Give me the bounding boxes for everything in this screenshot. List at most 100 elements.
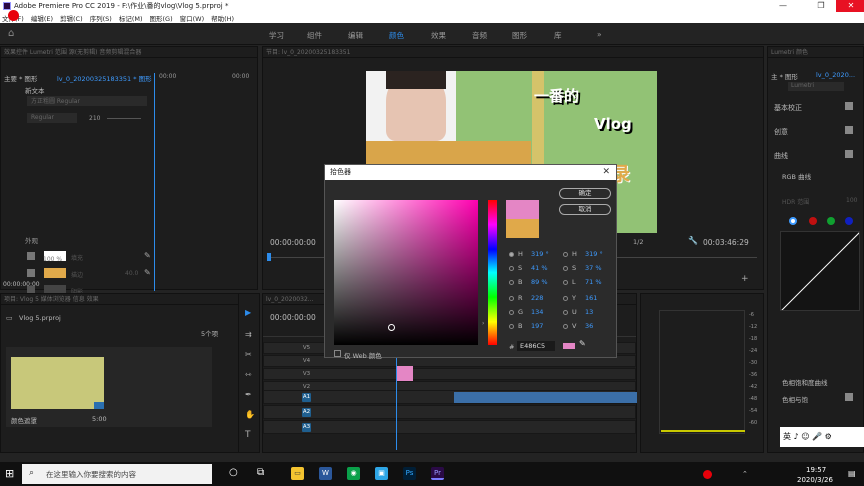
- field-g-value[interactable]: 134: [531, 308, 543, 316]
- radio-y[interactable]: [563, 296, 568, 301]
- creative-checkbox[interactable]: [845, 126, 853, 134]
- field-u-value[interactable]: 13: [585, 308, 593, 316]
- ripple-edit-tool-icon[interactable]: ✂: [245, 350, 252, 359]
- eyedropper-icon[interactable]: ✎: [144, 251, 151, 260]
- ok-button[interactable]: 确定: [559, 188, 611, 199]
- track-v3[interactable]: V3: [263, 366, 636, 383]
- type-tool-icon[interactable]: T: [245, 430, 251, 440]
- radio-u[interactable]: [563, 310, 568, 315]
- menu-graphics[interactable]: 图形(G): [150, 13, 173, 23]
- selection-tool-icon[interactable]: ▶: [245, 308, 251, 317]
- fill-checkbox[interactable]: [27, 252, 35, 260]
- home-icon[interactable]: ⌂: [8, 28, 14, 39]
- cancel-button[interactable]: 取消: [559, 204, 611, 215]
- menu-edit[interactable]: 编辑(E): [31, 13, 53, 23]
- notification-icon[interactable]: ▤: [848, 469, 856, 478]
- workspace-tab-color[interactable]: 颜色: [389, 30, 404, 41]
- playhead-line[interactable]: [154, 73, 155, 291]
- slip-tool-icon[interactable]: ⇿: [245, 370, 252, 379]
- basic-correction-checkbox[interactable]: [845, 102, 853, 110]
- field-hsl-h-value[interactable]: 319 °: [585, 250, 603, 258]
- source-label[interactable]: 主要 * 图形: [4, 73, 37, 83]
- premiere-taskbar-icon[interactable]: Pr: [431, 467, 444, 480]
- workspace-tab-editing[interactable]: 编辑: [348, 30, 363, 41]
- hue-vs-sat-checkbox[interactable]: [845, 393, 853, 401]
- radio-s[interactable]: [509, 266, 514, 271]
- program-timecode[interactable]: 00:00:00:00: [270, 238, 316, 247]
- font-size-value[interactable]: 210: [89, 115, 100, 122]
- settings-wrench-icon[interactable]: 🔧: [688, 236, 698, 245]
- lumetri-clip[interactable]: lv_0_2020...: [816, 71, 855, 79]
- lumetri-preset-select[interactable]: Lumetri: [788, 82, 844, 91]
- hdr-range-value[interactable]: 100: [846, 197, 857, 204]
- radio-hsl-l[interactable]: [563, 280, 568, 285]
- curve-channel-green[interactable]: [827, 217, 835, 225]
- saturation-value-field[interactable]: [334, 200, 478, 345]
- playhead-marker[interactable]: [267, 253, 271, 261]
- track-a1[interactable]: A1: [263, 390, 637, 404]
- font-size-slider[interactable]: [107, 118, 141, 119]
- radio-g[interactable]: [509, 310, 514, 315]
- font-select[interactable]: 方正粗圆 Regular: [27, 96, 147, 106]
- task-view-icon[interactable]: ⧉: [257, 467, 264, 478]
- section-basic-correction[interactable]: 基本校正: [774, 103, 802, 113]
- curve-channel-red[interactable]: [809, 217, 817, 225]
- field-hsl-l-value[interactable]: 71 %: [585, 278, 602, 286]
- field-b-value[interactable]: 89 %: [531, 278, 548, 286]
- track-a3[interactable]: A3: [263, 420, 636, 434]
- curve-channel-white[interactable]: [789, 217, 797, 225]
- hue-slider-handle-icon[interactable]: ›: [482, 320, 484, 327]
- curve-line[interactable]: [781, 232, 859, 310]
- field-s-value[interactable]: 41 %: [531, 264, 548, 272]
- rgb-curve-graph[interactable]: [780, 231, 860, 311]
- radio-h[interactable]: [509, 252, 514, 257]
- zoom-select[interactable]: 1/2: [633, 238, 643, 246]
- radio-hsl-s[interactable]: [563, 266, 568, 271]
- hex-input[interactable]: E486C5: [517, 341, 555, 351]
- workspace-overflow-icon[interactable]: »: [597, 30, 602, 39]
- rgb-curve-label[interactable]: RGB 曲线: [782, 171, 811, 181]
- menu-marker[interactable]: 标记(M): [119, 13, 143, 23]
- hue-slider[interactable]: [488, 200, 497, 345]
- workspace-tab-libraries[interactable]: 库: [554, 30, 562, 41]
- color-cursor[interactable]: [388, 324, 395, 331]
- clock-time[interactable]: 19:57: [806, 466, 826, 474]
- photoshop-icon[interactable]: Ps: [403, 467, 416, 480]
- cortana-icon[interactable]: ○: [229, 467, 238, 478]
- tray-record-icon[interactable]: [703, 470, 712, 479]
- radio-hsl-h[interactable]: [563, 252, 568, 257]
- radio-blue[interactable]: [509, 324, 514, 329]
- app-icon[interactable]: ▣: [375, 467, 388, 480]
- radio-b[interactable]: [509, 280, 514, 285]
- workspace-tab-effects[interactable]: 效果: [431, 30, 446, 41]
- opacity-value[interactable]: 100 %: [43, 256, 62, 263]
- pen-tool-icon[interactable]: ✒: [245, 390, 252, 399]
- eyedropper-icon[interactable]: ✎: [579, 339, 586, 348]
- radio-v[interactable]: [563, 324, 568, 329]
- curves-checkbox[interactable]: [845, 150, 853, 158]
- overlay-title-2[interactable]: Vlog: [594, 115, 632, 133]
- wechat-icon[interactable]: ◉: [347, 467, 360, 480]
- timeline-timecode[interactable]: 00:00:00:00: [270, 313, 316, 322]
- close-icon[interactable]: ✕: [602, 165, 610, 180]
- word-icon[interactable]: W: [319, 467, 332, 480]
- menu-sequence[interactable]: 序列(S): [90, 13, 112, 23]
- close-window-button[interactable]: ✕: [836, 0, 864, 12]
- windows-start-icon[interactable]: ⊞: [5, 467, 14, 480]
- menu-clip[interactable]: 剪辑(C): [60, 13, 83, 23]
- add-button-icon[interactable]: +: [741, 274, 749, 284]
- eyedropper-icon[interactable]: ✎: [144, 268, 151, 277]
- project-item[interactable]: 颜色遮罩 5:00: [6, 347, 212, 427]
- restore-button[interactable]: ❐: [806, 0, 836, 12]
- tray-network-icon[interactable]: ⌃: [742, 470, 748, 478]
- file-explorer-icon[interactable]: ▭: [291, 467, 304, 480]
- stroke-color-swatch[interactable]: [44, 268, 66, 278]
- minimize-button[interactable]: —: [768, 0, 798, 12]
- lumetri-header[interactable]: Lumetri 颜色: [768, 47, 863, 58]
- old-color-swatch[interactable]: [506, 219, 539, 238]
- audio-clip[interactable]: [454, 392, 637, 403]
- curve-channel-blue[interactable]: [845, 217, 853, 225]
- section-creative[interactable]: 创意: [774, 127, 788, 137]
- workspace-tab-assembly[interactable]: 组件: [307, 30, 322, 41]
- field-h-value[interactable]: 319 °: [531, 250, 549, 258]
